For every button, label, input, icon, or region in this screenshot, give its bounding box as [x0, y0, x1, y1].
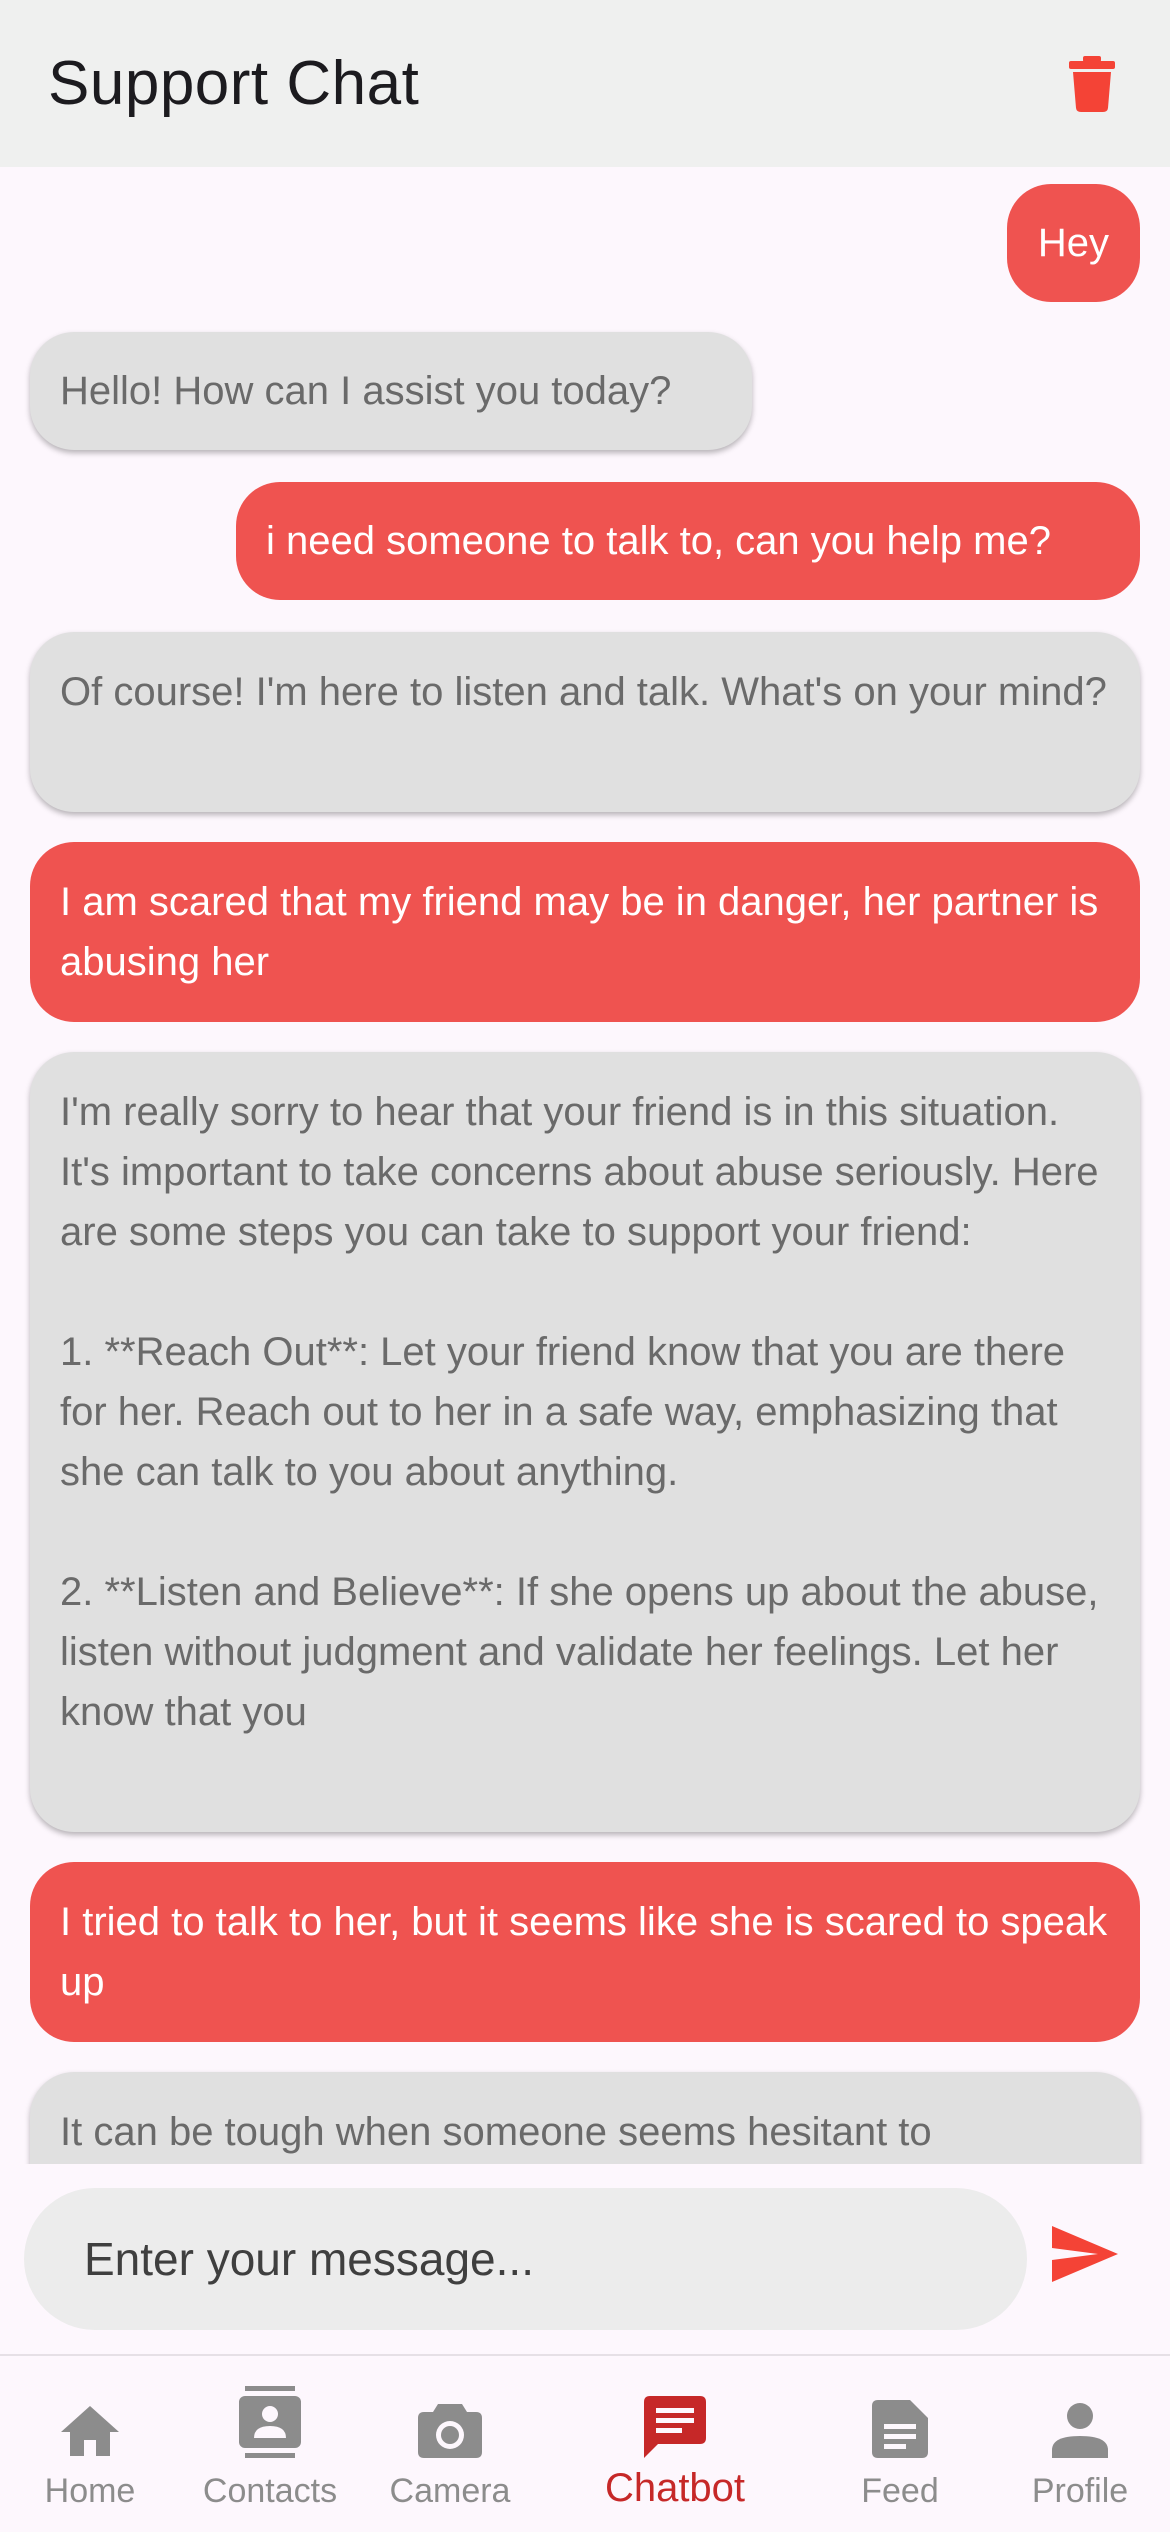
nav-label-chatbot: Chatbot	[604, 2466, 746, 2510]
camera-icon	[418, 2384, 482, 2458]
nav-item-chatbot[interactable]: Chatbot	[590, 2356, 760, 2532]
home-icon	[59, 2384, 121, 2458]
message-input[interactable]	[24, 2188, 1027, 2330]
app-bar: Support Chat	[0, 0, 1170, 167]
nav-label-feed: Feed	[861, 2472, 939, 2510]
nav-label-profile: Profile	[1031, 2472, 1129, 2510]
contacts-icon	[239, 2384, 301, 2458]
page-title: Support Chat	[48, 49, 420, 118]
user-message: I tried to talk to her, but it seems lik…	[30, 1862, 1140, 2042]
nav-item-home[interactable]: Home	[20, 2356, 160, 2532]
nav-item-feed[interactable]: Feed	[830, 2356, 970, 2532]
user-message: Hey	[1007, 184, 1140, 302]
nav-label-camera: Camera	[389, 2472, 511, 2510]
user-message: I am scared that my friend may be in dan…	[30, 842, 1140, 1022]
message-list[interactable]: Hey Hello! How can I assist you today? i…	[0, 167, 1170, 2164]
bot-message: I'm really sorry to hear that your frien…	[30, 1052, 1140, 1832]
nav-label-home: Home	[44, 2472, 136, 2510]
send-icon[interactable]	[1050, 2224, 1130, 2294]
nav-label-contacts: Contacts	[202, 2472, 338, 2510]
bot-message: Hello! How can I assist you today?	[30, 332, 752, 450]
feed-icon	[872, 2384, 928, 2458]
nav-item-profile[interactable]: Profile	[1010, 2356, 1150, 2532]
trash-icon[interactable]	[1062, 54, 1122, 114]
bot-message: It can be tough when someone seems hesit…	[30, 2072, 1140, 2164]
bot-message: Of course! I'm here to listen and talk. …	[30, 632, 1140, 812]
nav-item-camera[interactable]: Camera	[380, 2356, 520, 2532]
user-message: i need someone to talk to, can you help …	[236, 482, 1140, 600]
chat-icon	[644, 2384, 706, 2458]
bottom-navigation: Home Contacts Camera Chatbot Feed Profil…	[0, 2356, 1170, 2532]
message-composer	[0, 2164, 1170, 2354]
nav-item-contacts[interactable]: Contacts	[190, 2356, 350, 2532]
person-icon	[1052, 2384, 1108, 2458]
